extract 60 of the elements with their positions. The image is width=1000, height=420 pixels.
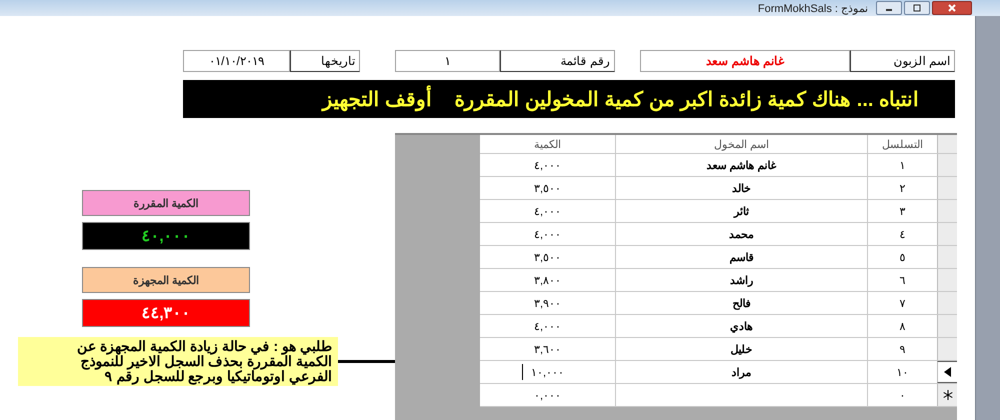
table-cell: ٣,٨٠٠ xyxy=(534,274,562,286)
current-record-icon xyxy=(944,367,951,377)
new-record-icon xyxy=(942,390,952,400)
table-cell: ٠ xyxy=(900,388,906,402)
list-number-label: رقم قائمة xyxy=(500,50,615,72)
table-cell: خليل xyxy=(730,342,752,356)
table-cell: ٦ xyxy=(900,274,906,286)
table-cell: محمد xyxy=(729,228,754,240)
table-cell: خالد xyxy=(732,182,751,194)
table-cell: ٩ xyxy=(900,342,906,356)
window-title: FormMokhSals : نموذج xyxy=(758,2,868,14)
table-cell: مراد xyxy=(732,366,752,378)
row-selector[interactable] xyxy=(937,384,957,406)
row-selector-header xyxy=(937,135,957,153)
table-cell: فالح xyxy=(732,296,750,310)
table-cell: ٥ xyxy=(900,250,906,264)
table-cell: ٣,٥٠٠ xyxy=(534,182,562,194)
table-cell: قاسم xyxy=(730,250,754,264)
column-header: التسلسل xyxy=(867,135,937,153)
row-selector[interactable] xyxy=(937,361,957,383)
table-cell: ٤,٠٠٠ xyxy=(534,320,562,332)
customer-label: اسم الزبون xyxy=(850,50,955,72)
table-cell: ٣,٩٠٠ xyxy=(534,296,562,310)
close-icon xyxy=(947,4,957,12)
table-cell: ٧ xyxy=(900,296,906,310)
table-cell: ٨ xyxy=(900,320,906,332)
table-cell: ٠,٠٠٠ xyxy=(534,388,562,402)
table-cell: راشد xyxy=(730,274,753,286)
restore-icon xyxy=(912,4,922,12)
table-cell: غانم هاشم سعد xyxy=(706,158,777,172)
column-header: اسم المخول xyxy=(615,135,867,153)
table-cell: ٣ xyxy=(900,204,906,218)
date-label: تاريخها xyxy=(290,50,360,72)
table-cell: ثائر xyxy=(734,204,749,218)
table-cell: ٤,٠٠٠ xyxy=(534,204,562,218)
close-button[interactable] xyxy=(932,1,972,15)
table-cell: ٢ xyxy=(900,182,906,194)
total-label: الكمية المقررة xyxy=(82,190,250,216)
restore-button[interactable] xyxy=(904,1,930,15)
table-cell: ١٠ xyxy=(896,366,908,378)
list-number-field[interactable]: ١ xyxy=(395,50,500,72)
table-cell: ١ xyxy=(900,158,906,172)
note-callout: طلبي هو : في حالة زيادة الكمية المجهزة عن الكمية المقررة بحذف السجل الاخير للنموذج الفرعي اوتوماتيكيا وبرجع للسجل رقم ٩ xyxy=(18,337,338,386)
column-header: الكمية xyxy=(533,138,562,152)
total-label: الكمية المجهزة xyxy=(82,267,250,293)
table-cell: ٤ xyxy=(900,228,906,240)
total-value: ٤٤,٣٠٠ xyxy=(82,299,250,327)
date-field[interactable]: ٠١/١٠/٢٠١٩ xyxy=(183,50,290,72)
table-cell: ١٠,٠٠٠ xyxy=(530,366,564,378)
table-cell: ٣,٦٠٠ xyxy=(534,342,562,356)
table-cell: ٤,٠٠٠ xyxy=(534,158,562,172)
warning-banner: انتباه ... هناك كمية زائدة اكبر من كمية المخولين المقررة أوقف التجهيز xyxy=(183,80,955,118)
table-cell: ٣,٥٠٠ xyxy=(534,250,562,264)
table-cell: ٤,٠٠٠ xyxy=(534,228,562,240)
leader-line xyxy=(338,360,395,363)
customer-field[interactable]: غانم هاشم سعد xyxy=(640,50,850,72)
minimize-button[interactable] xyxy=(876,1,902,15)
table-cell: هادي xyxy=(730,320,753,332)
total-value: ٤٠,٠٠٠ xyxy=(82,222,250,250)
text-cursor xyxy=(522,364,523,380)
